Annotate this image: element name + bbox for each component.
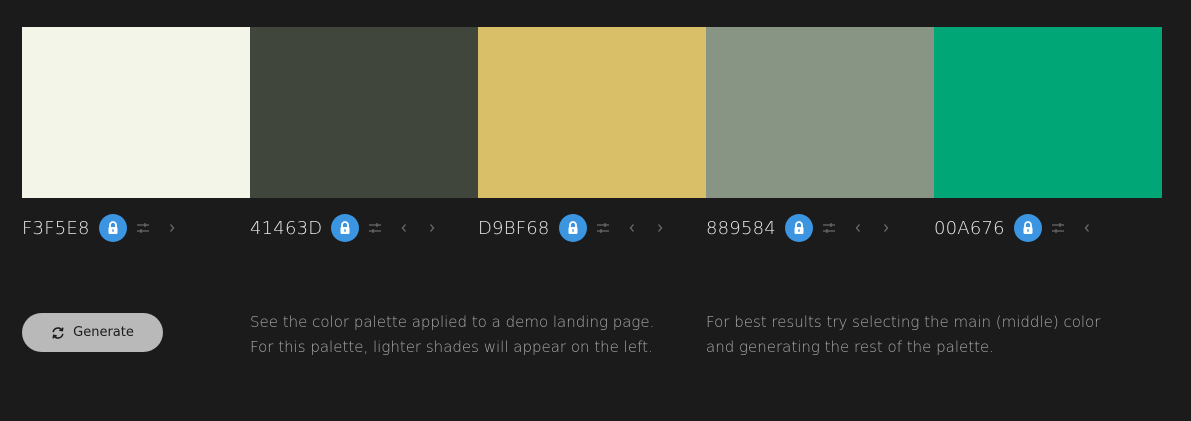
sliders-icon — [136, 223, 149, 233]
move-left-button[interactable] — [397, 221, 411, 235]
move-right-button[interactable] — [165, 221, 179, 235]
chevron-right-icon — [657, 224, 662, 232]
chevron-left-icon — [629, 224, 634, 232]
lock-icon — [794, 221, 804, 234]
adjust-button[interactable] — [595, 221, 611, 235]
lock-icon — [340, 221, 350, 234]
move-right-button[interactable] — [879, 221, 893, 235]
lock-icon — [1023, 221, 1033, 234]
adjust-button[interactable] — [367, 221, 383, 235]
swatch-5[interactable] — [934, 27, 1162, 198]
swatch-row — [22, 27, 1162, 198]
chevron-left-icon — [401, 224, 407, 232]
chevron-right-icon — [169, 224, 174, 232]
move-left-button[interactable] — [851, 221, 865, 235]
lock-button[interactable] — [98, 214, 127, 242]
move-left-button[interactable] — [1080, 221, 1094, 235]
swatch-controls-5: 00A676 — [934, 212, 1162, 244]
sliders-icon — [1051, 223, 1064, 233]
chevron-right-icon — [883, 224, 889, 232]
swatch-controls-2: 41463D — [250, 212, 478, 244]
tip-info-text: For best results try selecting the main … — [706, 310, 1100, 360]
refresh-icon — [52, 326, 64, 339]
swatch-controls-row: F3F5E8 41463D D9BF68 889584 00A676 — [22, 212, 1162, 244]
sliders-icon — [596, 223, 609, 233]
generate-label: Generate — [73, 325, 134, 340]
lock-button[interactable] — [784, 214, 813, 242]
swatch-controls-3: D9BF68 — [478, 212, 706, 244]
sliders-icon — [822, 223, 835, 233]
hex-code[interactable]: 889584 — [706, 218, 776, 239]
swatch-3[interactable] — [478, 27, 706, 198]
lock-icon — [568, 221, 578, 234]
swatch-controls-1: F3F5E8 — [22, 212, 250, 244]
palette-generator: F3F5E8 41463D D9BF68 889584 00A676 Gener… — [0, 0, 1191, 421]
adjust-button[interactable] — [135, 221, 151, 235]
swatch-4[interactable] — [706, 27, 934, 198]
chevron-right-icon — [430, 224, 435, 232]
hex-code[interactable]: F3F5E8 — [22, 218, 90, 239]
move-right-button[interactable] — [425, 221, 439, 235]
demo-info-line-2: For this palette, lighter shades will ap… — [250, 338, 653, 356]
generate-button[interactable]: Generate — [22, 313, 163, 352]
adjust-button[interactable] — [821, 221, 837, 235]
lock-button[interactable] — [1013, 214, 1042, 242]
swatch-controls-4: 889584 — [706, 212, 934, 244]
chevron-left-icon — [855, 224, 860, 232]
demo-info-text: See the color palette applied to a demo … — [250, 310, 654, 360]
demo-info-line-1[interactable]: See the color palette applied to a demo … — [250, 310, 654, 335]
sliders-icon — [369, 223, 382, 233]
move-left-button[interactable] — [625, 221, 639, 235]
swatch-2[interactable] — [250, 27, 478, 198]
swatch-1[interactable] — [22, 27, 250, 198]
tip-info-line-1: For best results try selecting the main … — [706, 313, 1101, 331]
adjust-button[interactable] — [1050, 221, 1066, 235]
chevron-left-icon — [1084, 224, 1089, 232]
lock-button[interactable] — [331, 214, 360, 242]
lock-button[interactable] — [558, 214, 587, 242]
tip-info-line-2: and generating the rest of the palette. — [706, 338, 995, 356]
lock-icon — [108, 221, 118, 234]
hex-code[interactable]: D9BF68 — [478, 218, 550, 239]
hex-code[interactable]: 41463D — [250, 218, 322, 239]
move-right-button[interactable] — [653, 221, 667, 235]
hex-code[interactable]: 00A676 — [934, 218, 1005, 239]
